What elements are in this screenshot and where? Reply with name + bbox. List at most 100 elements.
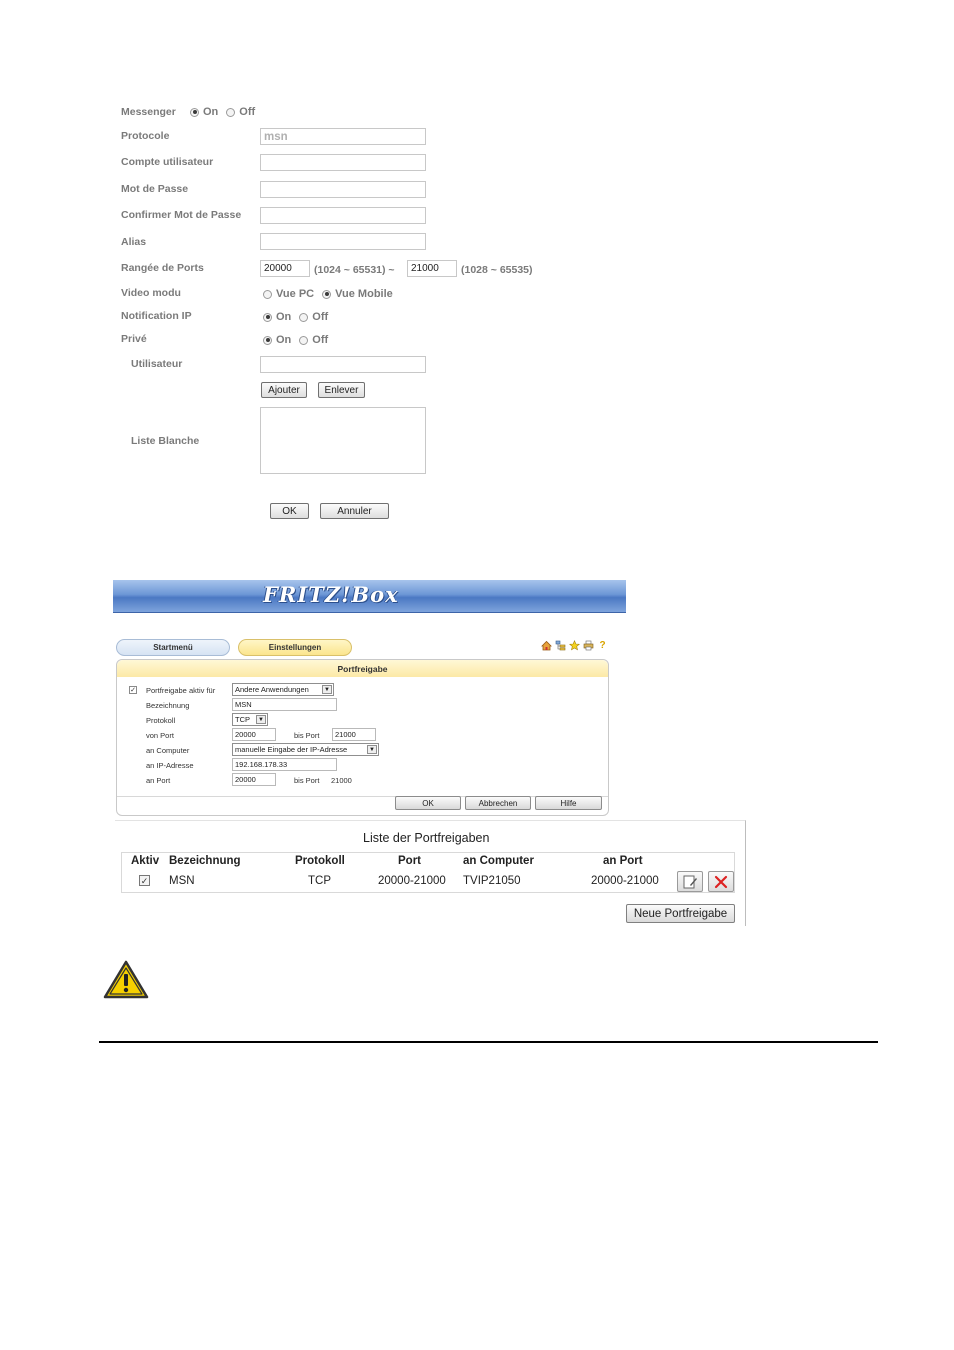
ok-button[interactable]: OK: [270, 503, 309, 519]
active-for-select[interactable]: Andere Anwendungen ▼: [232, 683, 334, 696]
chevron-down-icon: ▼: [322, 685, 332, 694]
panel-title: Portfreigabe: [117, 660, 608, 677]
delete-button[interactable]: [708, 871, 734, 892]
messenger-off-label: Off: [239, 106, 256, 118]
name-label: Bezeichnung: [146, 701, 190, 710]
video-mode-radio-group: Vue PC Vue Mobile: [263, 288, 393, 300]
ip-notification-label: Notification IP: [121, 310, 192, 322]
private-off-label: Off: [312, 334, 329, 346]
row-protocol: TCP: [308, 875, 331, 887]
computer-value: manuelle Eingabe der IP-Adresse: [235, 745, 348, 754]
ip-notification-radio-group: On Off: [263, 311, 328, 323]
new-port-forward-button[interactable]: Neue Portfreigabe: [626, 904, 735, 923]
active-for-label: Portfreigabe aktiv für: [146, 686, 216, 695]
active-for-value: Andere Anwendungen: [235, 685, 309, 694]
password-label: Mot de Passe: [121, 183, 189, 195]
row-name: MSN: [169, 875, 195, 887]
alias-label: Alias: [121, 236, 147, 248]
tree-icon[interactable]: [555, 640, 566, 652]
protocol-input[interactable]: [260, 128, 426, 145]
active-for-checkbox[interactable]: ✓: [129, 686, 137, 694]
video-mobile-label: Vue Mobile: [335, 288, 393, 300]
star-icon[interactable]: [568, 640, 581, 652]
toolbar-icons: ?: [541, 640, 608, 652]
whitelist-listbox[interactable]: [260, 407, 426, 474]
chevron-down-icon: ▼: [367, 745, 377, 754]
ip-notification-on-label: On: [276, 311, 292, 323]
print-icon[interactable]: [583, 640, 594, 652]
horizontal-rule: [99, 1041, 878, 1043]
private-label: Privé: [121, 333, 147, 345]
from-port-input[interactable]: 20000: [232, 728, 276, 741]
help-icon[interactable]: ?: [597, 640, 608, 652]
tab-startmenu[interactable]: Startmenü: [116, 639, 230, 656]
video-mobile-radio[interactable]: [322, 289, 332, 299]
header-active: Aktiv: [131, 855, 160, 867]
confirm-password-label: Confirmer Mot de Passe: [121, 209, 242, 221]
port-list-window: Liste der Portfreigaben Aktiv Bezeichnun…: [115, 820, 746, 926]
header-protocol: Protokoll: [295, 855, 345, 867]
protocol-label: Protocole: [121, 130, 170, 142]
private-on-radio[interactable]: [263, 335, 272, 345]
cancel-button[interactable]: Abbrechen: [465, 796, 531, 810]
ip-notification-on-radio[interactable]: [263, 312, 272, 322]
confirm-password-input[interactable]: [260, 207, 426, 224]
dest-port-input[interactable]: 20000: [232, 773, 276, 786]
video-pc-radio[interactable]: [263, 289, 272, 299]
port-list-title: Liste der Portfreigaben: [363, 831, 490, 845]
ip-input[interactable]: 192.168.178.33: [232, 758, 337, 771]
tab-einstellungen[interactable]: Einstellungen: [238, 639, 352, 656]
video-pc-label: Vue PC: [276, 288, 315, 300]
edit-icon: [683, 875, 697, 888]
fritzbox-banner: FRITZ!Box: [113, 580, 626, 613]
from-port-label: von Port: [146, 731, 174, 740]
chevron-down-icon: ▼: [256, 715, 266, 724]
port-from-hint: (1024 ~ 65531) ~: [314, 264, 395, 276]
dest-port-label: an Port: [146, 776, 171, 785]
whitelist-label: Liste Blanche: [131, 435, 200, 447]
user-label: Utilisateur: [131, 358, 183, 370]
row-active-checkbox[interactable]: ✓: [139, 875, 150, 886]
port-to-input[interactable]: [407, 260, 457, 277]
password-input[interactable]: [260, 181, 426, 198]
messenger-label: Messenger: [121, 106, 176, 118]
edit-button[interactable]: [677, 871, 703, 892]
private-off-radio[interactable]: [299, 335, 309, 345]
computer-label: an Computer: [146, 746, 190, 755]
row-port: 20000-21000: [378, 875, 446, 887]
help-button[interactable]: Hilfe: [535, 796, 602, 810]
messenger-off-radio[interactable]: [226, 107, 236, 117]
messenger-settings-form: Messenger On Off Protocole Compte utilis…: [0, 0, 954, 540]
messenger-on-radio[interactable]: [190, 107, 199, 117]
port-to-hint: (1028 ~ 65535): [461, 264, 533, 276]
messenger-radio-group: On Off: [190, 106, 255, 118]
delete-icon: [714, 875, 728, 888]
port-from-input[interactable]: [260, 260, 310, 277]
port-forward-panel: Portfreigabe ✓ Portfreigabe aktiv für An…: [116, 659, 609, 816]
header-computer: an Computer: [463, 855, 534, 867]
ok-button[interactable]: OK: [395, 796, 461, 810]
header-port: Port: [398, 855, 421, 867]
to-port-label: bis Port: [294, 731, 320, 740]
fritzbox-window: FRITZ!Box Startmenü Einstellungen ? Port…: [113, 580, 626, 817]
name-input[interactable]: MSN: [232, 698, 337, 711]
home-icon[interactable]: [541, 640, 552, 652]
ip-label: an IP-Adresse: [146, 761, 194, 770]
account-label: Compte utilisateur: [121, 156, 214, 168]
protocol-select[interactable]: TCP ▼: [232, 713, 268, 726]
private-on-label: On: [276, 334, 292, 346]
cancel-button[interactable]: Annuler: [320, 503, 389, 519]
header-dest-port: an Port: [603, 855, 643, 867]
add-button[interactable]: Ajouter: [261, 382, 307, 398]
remove-button[interactable]: Enlever: [318, 382, 365, 398]
video-mode-label: Video modu: [121, 287, 181, 299]
computer-select[interactable]: manuelle Eingabe der IP-Adresse ▼: [232, 743, 379, 756]
to-port-input[interactable]: 21000: [332, 728, 376, 741]
account-input[interactable]: [260, 154, 426, 171]
private-radio-group: On Off: [263, 334, 328, 346]
ip-notification-off-radio[interactable]: [299, 312, 309, 322]
user-input[interactable]: [260, 356, 426, 373]
protocol-label: Protokoll: [146, 716, 176, 725]
row-computer: TVIP21050: [463, 875, 521, 887]
alias-input[interactable]: [260, 233, 426, 250]
